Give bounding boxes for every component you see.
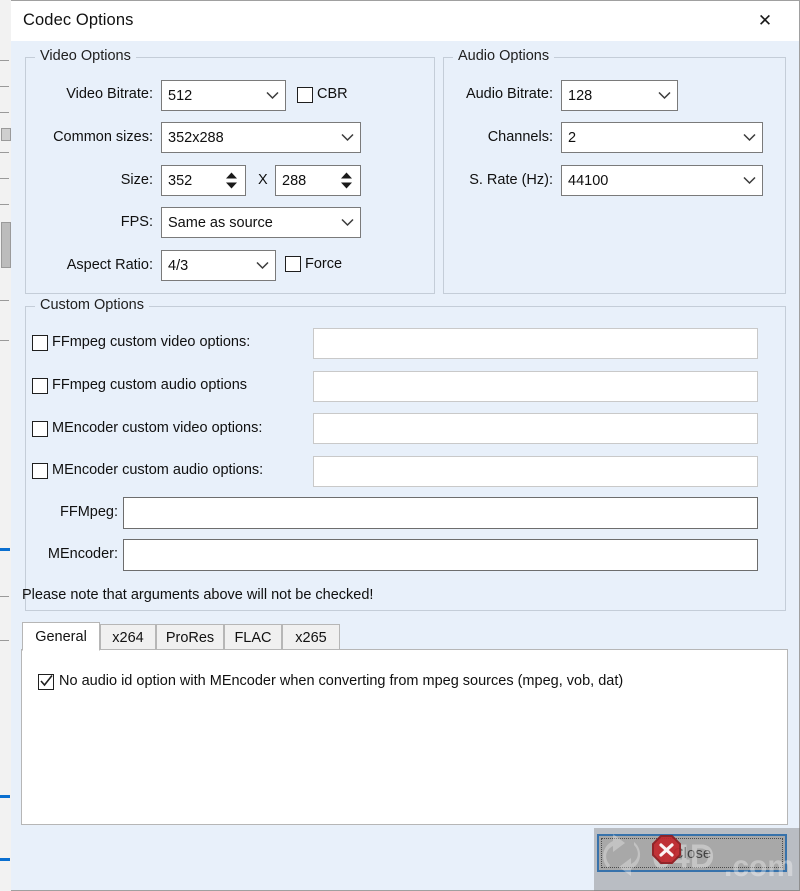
chevron-down-icon bbox=[736, 133, 762, 142]
arguments-note: Please note that arguments above will no… bbox=[22, 587, 374, 603]
audio-bitrate-combo[interactable]: 128 bbox=[561, 80, 678, 111]
cbr-label: CBR bbox=[317, 86, 348, 102]
chevron-down-icon bbox=[334, 218, 360, 227]
chevron-down-icon bbox=[249, 261, 275, 270]
ffmpeg-label: FFMpeg: bbox=[59, 504, 118, 520]
ffmpeg-input[interactable] bbox=[123, 497, 758, 529]
ffmpeg-audio-input[interactable] bbox=[313, 371, 758, 402]
audio-bitrate-value: 128 bbox=[568, 87, 593, 104]
sample-rate-combo[interactable]: 44100 bbox=[561, 165, 763, 196]
video-bitrate-combo[interactable]: 512 bbox=[161, 80, 286, 111]
video-options-title: Video Options bbox=[35, 48, 136, 64]
tab-x265[interactable]: x265 bbox=[282, 624, 340, 651]
tab-x265-label: x265 bbox=[295, 630, 327, 646]
size-height-value: 288 bbox=[282, 172, 307, 189]
audio-options-title: Audio Options bbox=[453, 48, 555, 64]
video-bitrate-label: Video Bitrate: bbox=[66, 86, 153, 102]
ffmpeg-audio-label: FFmpeg custom audio options bbox=[52, 377, 248, 393]
tab-prores-label: ProRes bbox=[165, 630, 215, 646]
common-sizes-label: Common sizes: bbox=[53, 129, 153, 145]
mencoder-video-input[interactable] bbox=[313, 413, 758, 444]
channels-value: 2 bbox=[568, 129, 577, 146]
ffmpeg-audio-checkbox[interactable] bbox=[32, 378, 48, 394]
tab-flac-label: FLAC bbox=[234, 630, 272, 646]
mencoder-video-checkbox[interactable] bbox=[32, 421, 48, 437]
force-label: Force bbox=[305, 256, 343, 272]
size-width-value: 352 bbox=[168, 172, 193, 189]
sample-rate-label: S. Rate (Hz): bbox=[469, 172, 553, 188]
common-sizes-combo[interactable]: 352x288 bbox=[161, 122, 361, 153]
mencoder-video-label: MEncoder custom video options: bbox=[52, 420, 263, 436]
no-audio-id-checkbox[interactable] bbox=[38, 674, 54, 690]
tab-prores[interactable]: ProRes bbox=[156, 624, 224, 651]
chevron-down-icon bbox=[334, 133, 360, 142]
common-sizes-value: 352x288 bbox=[168, 129, 224, 146]
close-x-icon[interactable]: ✕ bbox=[742, 1, 788, 41]
tab-x264-label: x264 bbox=[112, 630, 144, 646]
window-title: Codec Options bbox=[23, 11, 134, 29]
fps-label: FPS: bbox=[120, 214, 153, 230]
mencoder-audio-label: MEncoder custom audio options: bbox=[52, 462, 264, 478]
fps-combo[interactable]: Same as source bbox=[161, 207, 361, 238]
chevron-down-icon bbox=[259, 91, 285, 100]
force-checkbox[interactable] bbox=[285, 256, 301, 272]
mencoder-label: MEncoder: bbox=[47, 546, 118, 562]
channels-combo[interactable]: 2 bbox=[561, 122, 763, 153]
audio-bitrate-label: Audio Bitrate: bbox=[465, 86, 553, 102]
tab-flac[interactable]: FLAC bbox=[224, 624, 282, 651]
channels-label: Channels: bbox=[487, 129, 553, 145]
aspect-ratio-value: 4/3 bbox=[168, 257, 189, 274]
sample-rate-value: 44100 bbox=[568, 172, 609, 189]
stepper-arrows-icon[interactable] bbox=[335, 166, 360, 195]
mencoder-audio-input[interactable] bbox=[313, 456, 758, 487]
stepper-arrows-icon[interactable] bbox=[220, 166, 245, 195]
aspect-ratio-combo[interactable]: 4/3 bbox=[161, 250, 276, 281]
custom-options-title: Custom Options bbox=[35, 297, 149, 313]
ffmpeg-video-label: FFmpeg custom video options: bbox=[52, 334, 251, 350]
tab-general-label: General bbox=[35, 628, 87, 645]
ffmpeg-video-checkbox[interactable] bbox=[32, 335, 48, 351]
tab-x264[interactable]: x264 bbox=[100, 624, 156, 651]
ffmpeg-video-input[interactable] bbox=[313, 328, 758, 359]
chevron-down-icon bbox=[736, 176, 762, 185]
size-width-stepper[interactable]: 352 bbox=[161, 165, 246, 196]
size-height-stepper[interactable]: 288 bbox=[275, 165, 361, 196]
no-audio-id-label: No audio id option with MEncoder when co… bbox=[59, 673, 624, 689]
chevron-down-icon bbox=[651, 91, 677, 100]
mencoder-input[interactable] bbox=[123, 539, 758, 571]
mencoder-audio-checkbox[interactable] bbox=[32, 463, 48, 479]
size-separator: X bbox=[258, 172, 268, 188]
title-bar: Codec Options ✕ bbox=[11, 1, 799, 41]
size-label: Size: bbox=[120, 172, 153, 188]
fps-value: Same as source bbox=[168, 214, 273, 231]
cbr-checkbox[interactable] bbox=[297, 87, 313, 103]
close-button-label: Close bbox=[672, 844, 712, 862]
video-bitrate-value: 512 bbox=[168, 87, 193, 104]
close-button[interactable]: Close bbox=[597, 834, 787, 872]
codec-options-dialog: Codec Options ✕ Video Options Video Bitr… bbox=[11, 0, 800, 891]
aspect-ratio-label: Aspect Ratio: bbox=[66, 257, 153, 273]
tab-general[interactable]: General bbox=[22, 622, 100, 651]
